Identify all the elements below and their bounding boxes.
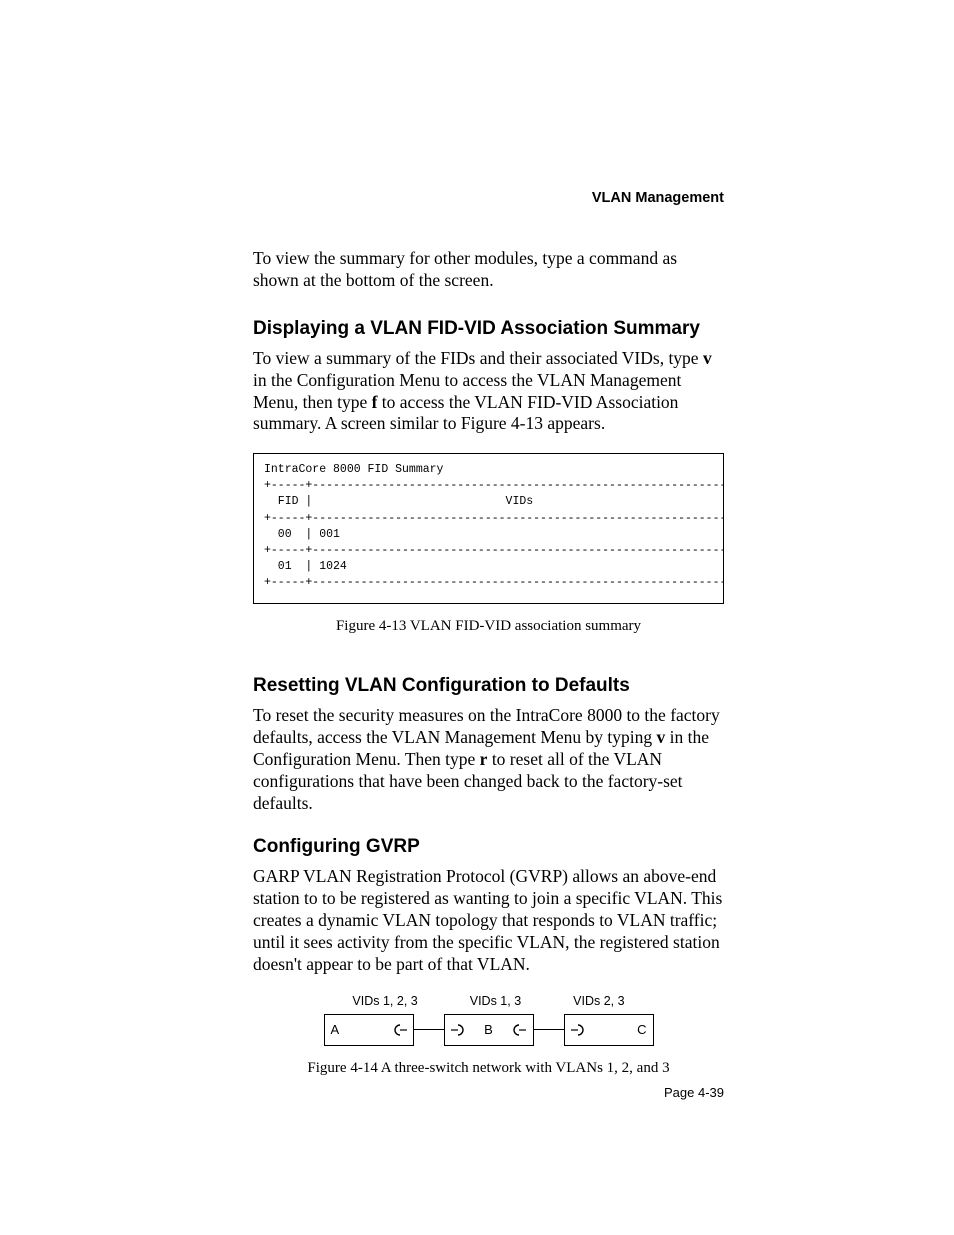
page-number: Page 4-39	[664, 1085, 724, 1100]
key-v: v	[657, 727, 666, 747]
switch-c: C	[564, 1014, 654, 1046]
port-icon	[451, 1023, 465, 1037]
intro-paragraph: To view the summary for other modules, t…	[253, 248, 724, 292]
document-page: VLAN Management To view the summary for …	[0, 0, 954, 1235]
heading-reset-defaults: Resetting VLAN Configuration to Defaults	[253, 675, 724, 697]
vid-label-a: VIDs 1, 2, 3	[352, 994, 417, 1008]
switch-label-a: A	[331, 1022, 340, 1037]
switch-row: A B C	[324, 1014, 654, 1046]
paragraph-reset: To reset the security measures on the In…	[253, 705, 724, 814]
switch-label-b: B	[484, 1022, 493, 1037]
running-header: VLAN Management	[253, 190, 724, 206]
vid-label-c: VIDs 2, 3	[573, 994, 624, 1008]
port-icon	[512, 1023, 526, 1037]
port-icon	[393, 1023, 407, 1037]
paragraph-fid-vid: To view a summary of the FIDs and their …	[253, 348, 724, 436]
switch-label-c: C	[637, 1022, 646, 1037]
vid-label-b: VIDs 1, 3	[470, 994, 521, 1008]
heading-fid-vid-summary: Displaying a VLAN FID-VID Association Su…	[253, 318, 724, 340]
switch-b: B	[444, 1014, 534, 1046]
link-line-ab	[414, 1029, 444, 1030]
terminal-output-block: IntraCore 8000 FID Summary +-----+------…	[253, 453, 724, 604]
switch-a: A	[324, 1014, 414, 1046]
text-span: To reset the security measures on the In…	[253, 705, 720, 747]
figure-4-14-caption: Figure 4-14 A three-switch network with …	[307, 1060, 669, 1077]
figure-4-14-diagram: VIDs 1, 2, 3 VIDs 1, 3 VIDs 2, 3 A B	[253, 994, 724, 1077]
key-v: v	[703, 348, 712, 368]
port-icon	[571, 1023, 585, 1037]
heading-configuring-gvrp: Configuring GVRP	[253, 836, 724, 858]
figure-4-13-caption: Figure 4-13 VLAN FID-VID association sum…	[253, 618, 724, 635]
paragraph-gvrp: GARP VLAN Registration Protocol (GVRP) a…	[253, 866, 724, 975]
link-line-bc	[534, 1029, 564, 1030]
text-span: To view a summary of the FIDs and their …	[253, 348, 703, 368]
vid-labels-row: VIDs 1, 2, 3 VIDs 1, 3 VIDs 2, 3	[319, 994, 659, 1008]
